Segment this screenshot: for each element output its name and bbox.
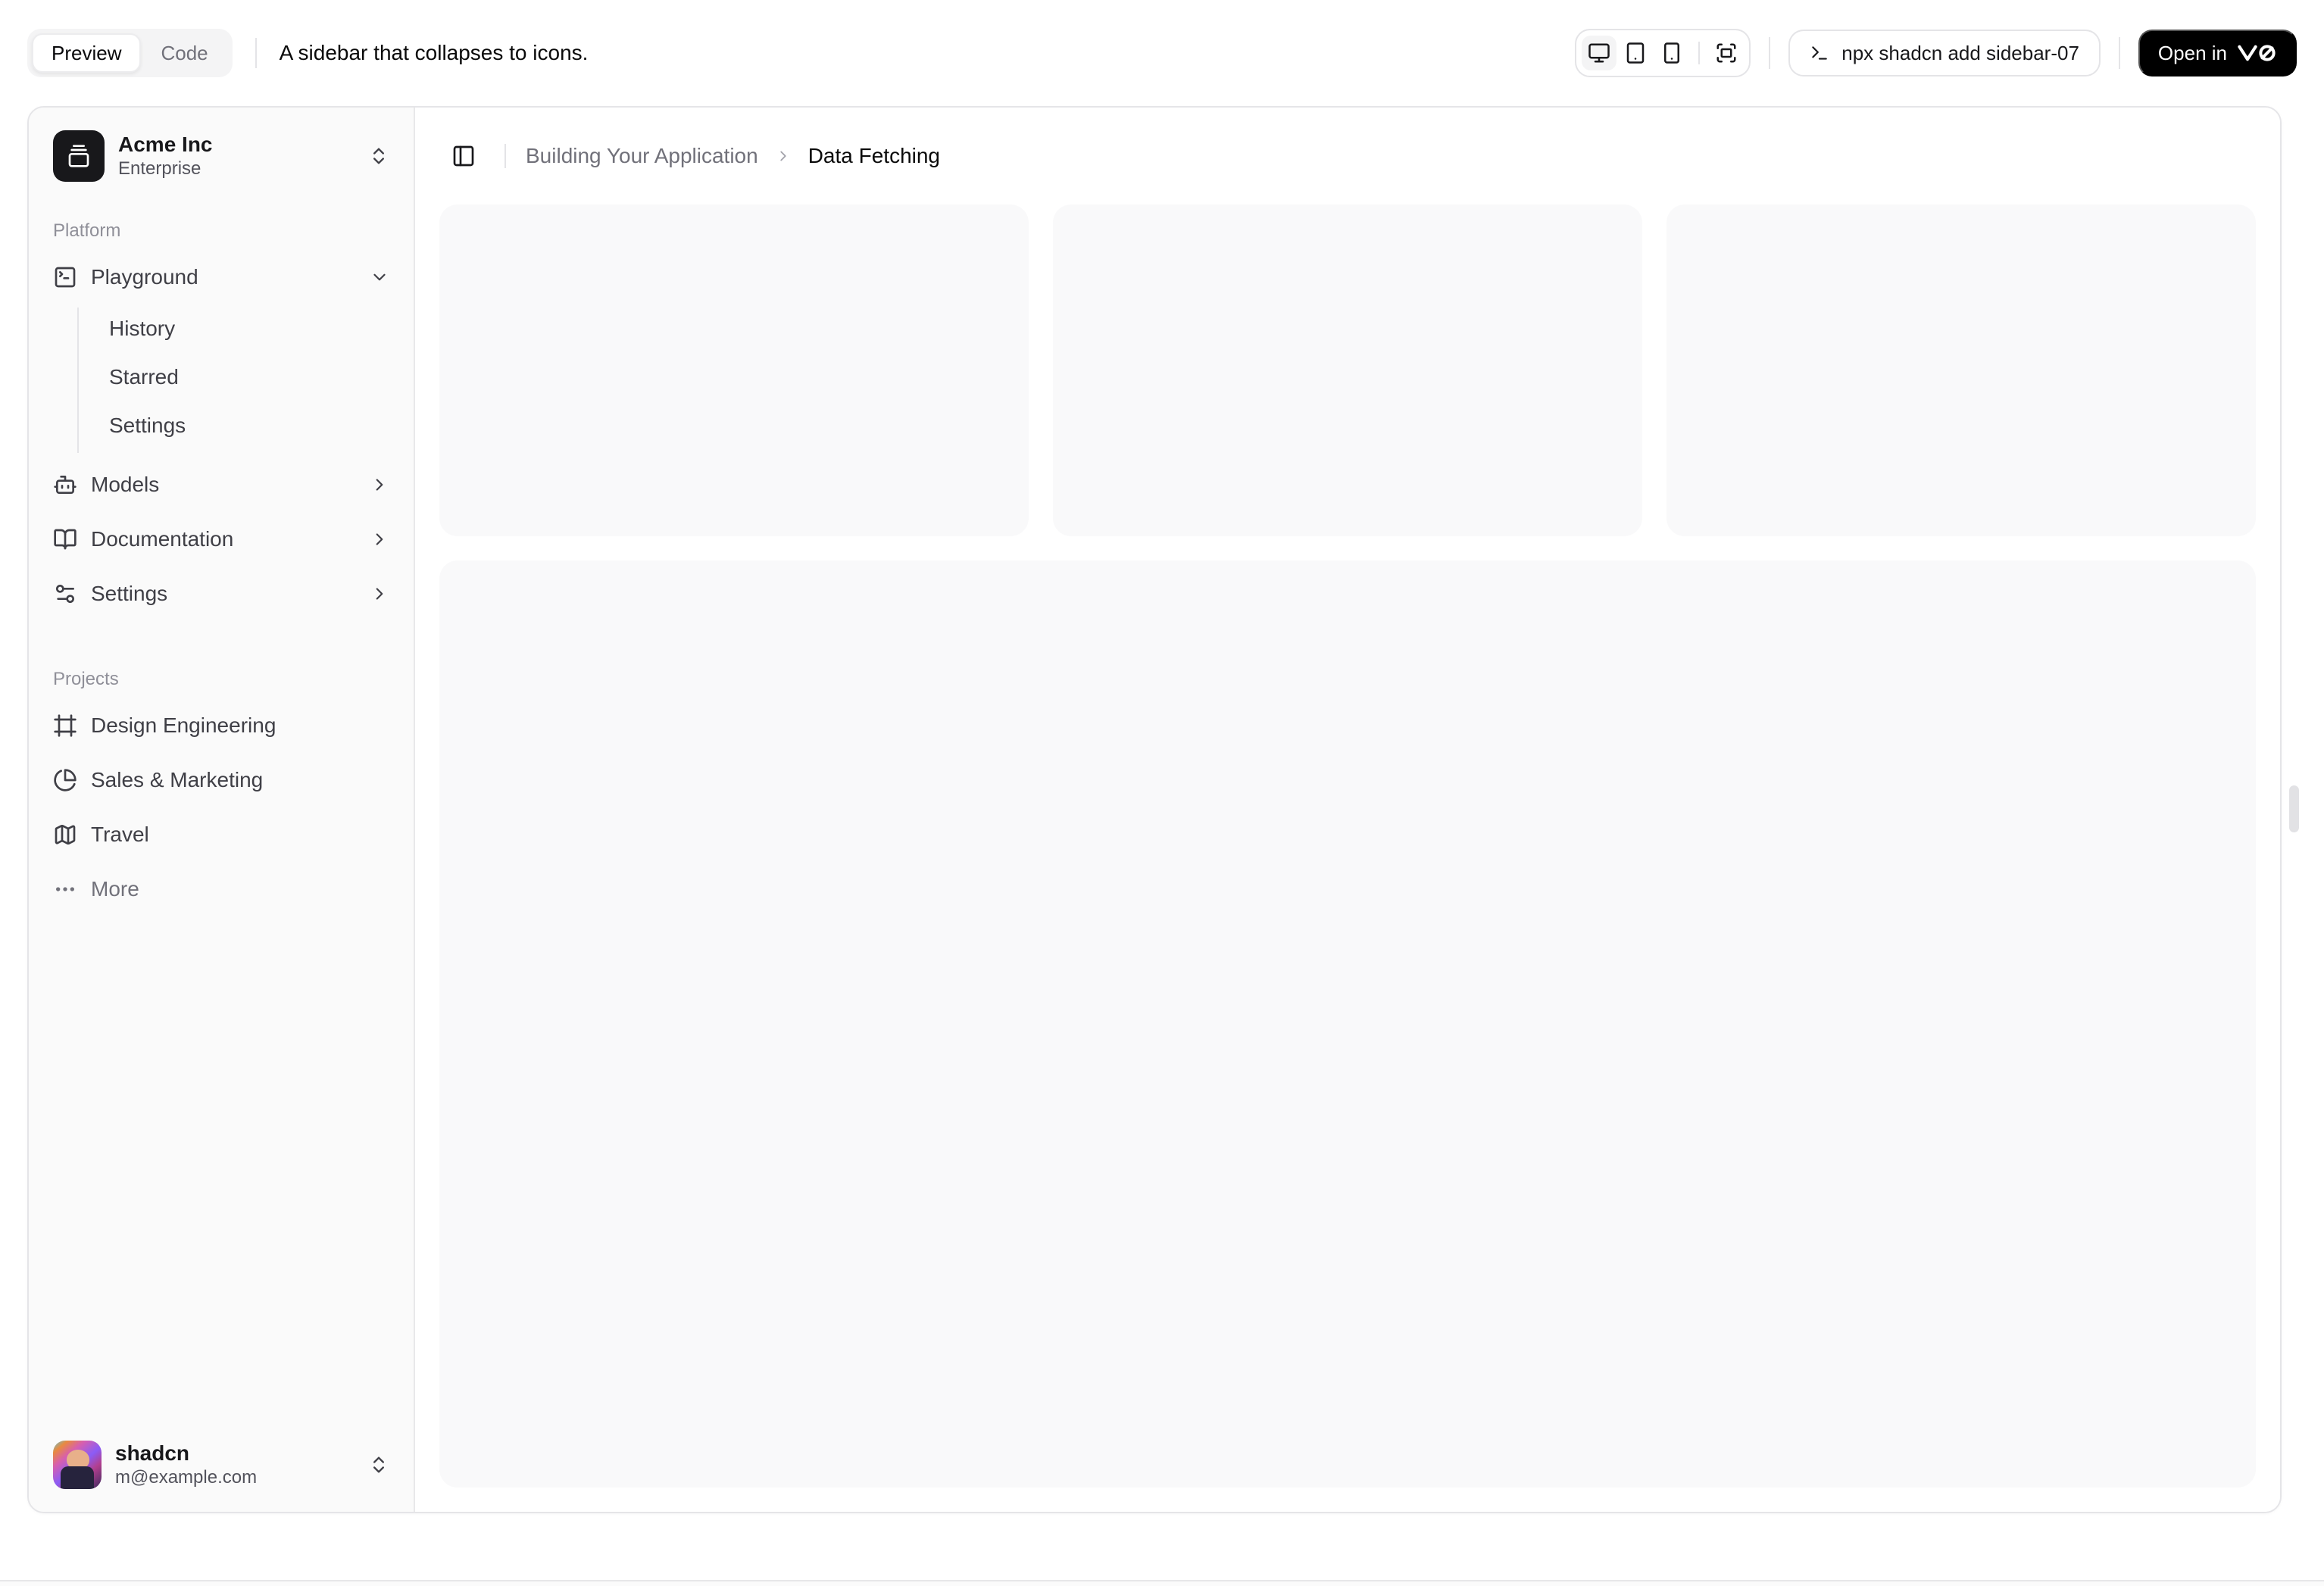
- sidebar-item-label: Documentation: [91, 527, 234, 551]
- team-text: Acme Inc Enterprise: [118, 132, 355, 180]
- book-open-icon: [54, 529, 77, 550]
- placeholder-row: [439, 204, 2256, 536]
- component-description: A sidebar that collapses to icons.: [279, 41, 589, 64]
- tab-preview[interactable]: Preview: [32, 33, 142, 73]
- sidebar-subitem-starred[interactable]: Starred: [80, 356, 401, 398]
- bot-icon: [54, 476, 77, 494]
- user-email: m@example.com: [115, 1467, 258, 1488]
- user-menu[interactable]: shadcn m@example.com: [41, 1430, 401, 1500]
- panel-left-icon: [453, 145, 474, 167]
- sidebar-item-label: Settings: [91, 582, 168, 605]
- chevron-down-icon: [373, 273, 386, 281]
- main-header: Building Your Application Data Fetching: [415, 108, 2280, 204]
- toolbar-divider: [1769, 37, 1771, 69]
- settings-2-icon: [56, 585, 74, 603]
- sidebar-item-label: Models: [91, 473, 160, 496]
- chevron-right-icon: [376, 479, 383, 491]
- sidebar-item-label: Playground: [91, 265, 198, 289]
- sidebar-group-label-projects: Projects: [53, 669, 119, 689]
- fullscreen-icon: [1716, 43, 1736, 63]
- map-icon: [55, 824, 76, 845]
- component-preview-page: Preview Code A sidebar that collapses to…: [0, 0, 2324, 1586]
- user-text: shadcn m@example.com: [115, 1441, 355, 1489]
- view-tab-group: Preview Code: [27, 29, 233, 77]
- tablet-toggle-button[interactable]: [1618, 36, 1653, 70]
- sidebar-demo-card: Acme Inc Enterprise Platform Playground …: [27, 106, 2282, 1513]
- placeholder-box: [1666, 204, 2256, 536]
- sidebar-item-sales-marketing[interactable]: Sales & Marketing: [41, 756, 401, 804]
- fullscreen-button[interactable]: [1709, 36, 1744, 70]
- sidebar-item-label: Sales & Marketing: [91, 768, 264, 791]
- terminal-icon: [1812, 46, 1827, 60]
- playground-submenu: History Starred Settings: [77, 308, 401, 453]
- user-name: shadcn: [115, 1441, 190, 1465]
- next-section-divider: [0, 1580, 2324, 1586]
- sidebar-item-label: More: [91, 877, 139, 901]
- sidebar-subitem-settings[interactable]: Settings: [80, 404, 401, 447]
- toolbar-divider: [2118, 37, 2120, 69]
- open-in-v0-button[interactable]: Open in: [2138, 30, 2297, 76]
- placeholder-box-large: [439, 560, 2256, 1488]
- frame-icon: [54, 714, 77, 737]
- open-in-label: Open in: [2157, 41, 2227, 64]
- sidebar-item-models[interactable]: Models: [41, 461, 401, 509]
- page-scrollbar-thumb[interactable]: [2289, 785, 2299, 832]
- sidebar-toggle-button[interactable]: [442, 135, 485, 177]
- team-switcher[interactable]: Acme Inc Enterprise: [41, 120, 401, 192]
- smartphone-icon: [1664, 42, 1680, 64]
- ellipsis-icon: [56, 887, 74, 891]
- command-text: npx shadcn add sidebar-07: [1841, 41, 2079, 64]
- chevron-right-icon: [376, 533, 383, 545]
- content-area: [415, 204, 2280, 1512]
- gallery-vertical-end-icon: [68, 145, 89, 167]
- toolbar-right: npx shadcn add sidebar-07 Open in: [1575, 29, 2297, 77]
- breadcrumb-current-page: Data Fetching: [807, 144, 941, 167]
- user-avatar: [53, 1440, 102, 1489]
- team-plan: Enterprise: [118, 158, 201, 180]
- main-panel: Building Your Application Data Fetching: [415, 108, 2280, 1512]
- copy-command-button[interactable]: npx shadcn add sidebar-07: [1788, 30, 2101, 76]
- header-divider: [504, 144, 506, 168]
- platform-menu: Playground History Starred Settings Mode…: [41, 253, 401, 624]
- device-size-toggle-group: [1575, 29, 1751, 77]
- chevron-right-icon: [376, 588, 383, 600]
- monitor-icon: [1588, 43, 1610, 63]
- app-sidebar: Acme Inc Enterprise Platform Playground …: [29, 108, 415, 1512]
- toolbar: Preview Code A sidebar that collapses to…: [0, 0, 2324, 106]
- tab-code[interactable]: Code: [141, 33, 227, 73]
- team-name: Acme Inc: [118, 132, 213, 156]
- toolbar-divider: [255, 38, 257, 68]
- sidebar-subitem-history[interactable]: History: [80, 308, 401, 350]
- square-terminal-icon: [55, 267, 76, 288]
- breadcrumb-parent-link[interactable]: Building Your Application: [526, 144, 758, 168]
- sidebar-item-label: Travel: [91, 823, 149, 846]
- pie-chart-icon: [54, 769, 77, 791]
- mobile-toggle-button[interactable]: [1654, 36, 1689, 70]
- projects-menu: Design Engineering Sales & Marketing Tra…: [41, 701, 401, 919]
- tablet-icon: [1627, 42, 1645, 64]
- placeholder-box: [439, 204, 1029, 536]
- sidebar-item-documentation[interactable]: Documentation: [41, 515, 401, 564]
- chevrons-up-down-icon: [373, 1456, 384, 1473]
- sidebar-group-label-platform: Platform: [53, 220, 121, 241]
- device-group-separator: [1698, 42, 1701, 64]
- chevrons-up-down-icon: [373, 148, 384, 164]
- sidebar-item-travel[interactable]: Travel: [41, 810, 401, 859]
- sidebar-item-playground[interactable]: Playground: [41, 253, 401, 301]
- sidebar-item-label: Design Engineering: [91, 713, 276, 737]
- team-logo: [53, 130, 105, 182]
- desktop-toggle-button[interactable]: [1582, 36, 1617, 70]
- placeholder-box: [1053, 204, 1642, 536]
- v0-logo-icon: [2238, 45, 2276, 61]
- breadcrumb-chevron-icon: [780, 151, 786, 161]
- sidebar-item-more[interactable]: More: [41, 865, 401, 913]
- sidebar-item-settings[interactable]: Settings: [41, 570, 401, 618]
- sidebar-item-design-engineering[interactable]: Design Engineering: [41, 701, 401, 750]
